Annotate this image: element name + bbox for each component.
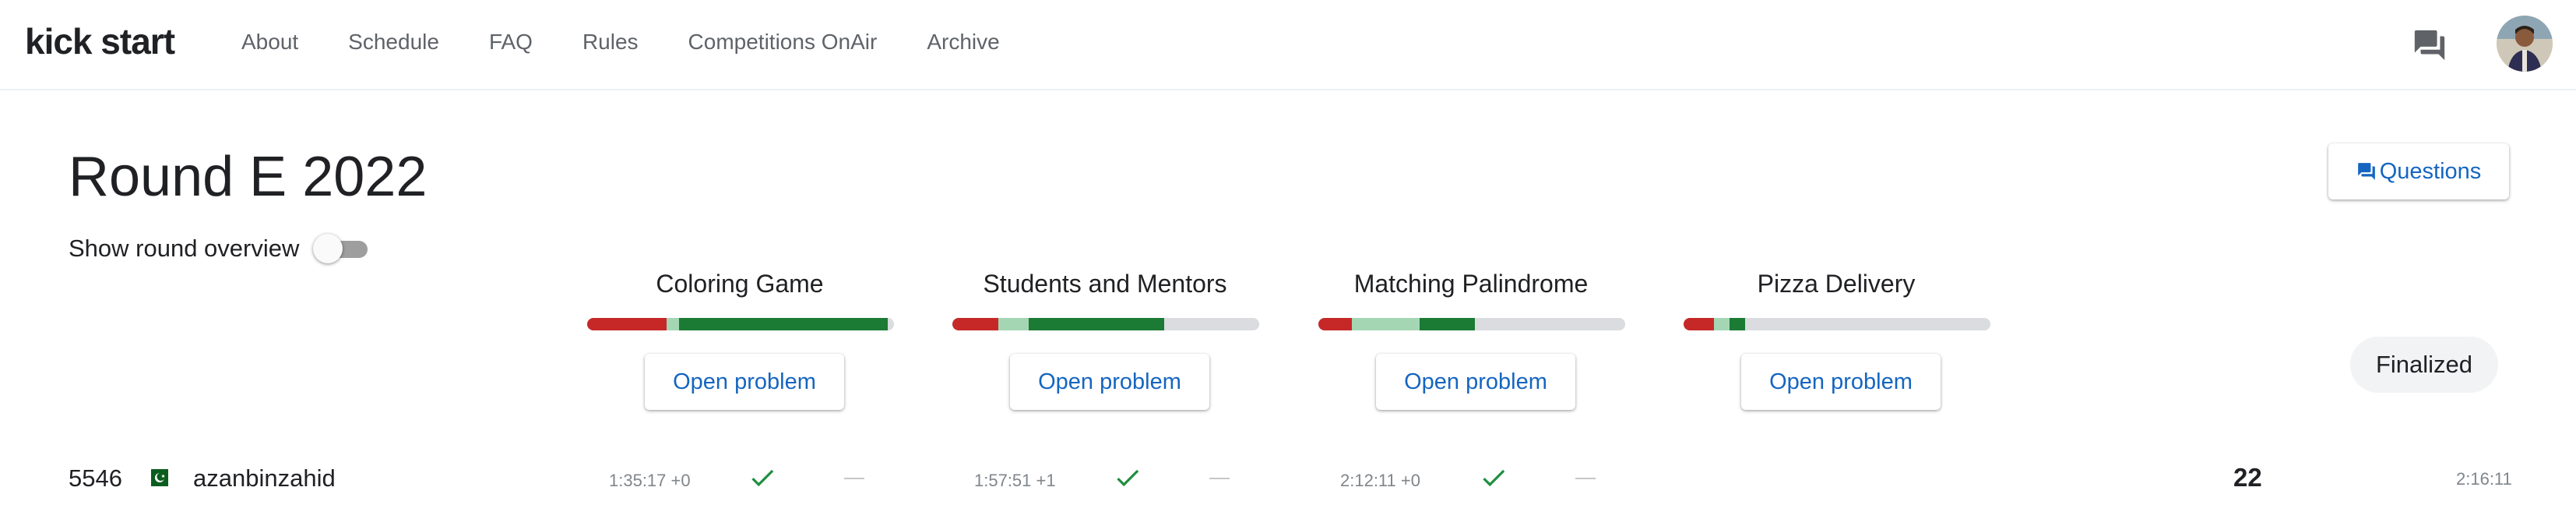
total-score: 22 bbox=[2233, 463, 2262, 492]
open-problem-button[interactable]: Open problem bbox=[645, 354, 844, 410]
problem-students-and-mentors: Students and Mentors Open problem bbox=[949, 270, 1261, 410]
stats-segment-solved bbox=[1029, 318, 1164, 330]
problem-stats-bar bbox=[587, 318, 894, 330]
attempt-dash bbox=[1209, 478, 1230, 479]
stats-segment-wrong bbox=[952, 318, 999, 330]
round-overview-control: Show round overview bbox=[69, 234, 369, 263]
problem-title: Students and Mentors bbox=[983, 270, 1227, 298]
problem-title: Matching Palindrome bbox=[1353, 270, 1589, 298]
penalty-time: 2:16:11 bbox=[2456, 469, 2512, 489]
round-overview-label: Show round overview bbox=[69, 235, 300, 262]
check-icon bbox=[1483, 469, 1505, 487]
user-avatar[interactable] bbox=[2497, 16, 2553, 72]
stats-segment-partial bbox=[1352, 318, 1420, 330]
problem-title: Pizza Delivery bbox=[1757, 270, 1916, 298]
round-overview-toggle[interactable] bbox=[313, 234, 369, 263]
nav-link-competitions-onair[interactable]: Competitions OnAir bbox=[688, 30, 878, 55]
nav-link-faq[interactable]: FAQ bbox=[489, 30, 533, 55]
stats-segment-solved bbox=[679, 318, 889, 330]
username[interactable]: azanbinzahid bbox=[193, 464, 336, 493]
questions-label: Questions bbox=[2379, 158, 2482, 184]
avatar-icon bbox=[2497, 16, 2553, 72]
stats-segment-unattempted bbox=[1744, 318, 1990, 330]
open-problem-button[interactable]: Open problem bbox=[1010, 354, 1209, 410]
open-problem-button[interactable]: Open problem bbox=[1376, 354, 1575, 410]
chat-button[interactable] bbox=[2408, 23, 2451, 67]
check-icon bbox=[751, 469, 774, 487]
attempt-time: 1:57:51 +1 bbox=[974, 471, 1056, 490]
main-nav: About Schedule FAQ Rules Competitions On… bbox=[241, 30, 1000, 55]
problem-title: Coloring Game bbox=[656, 270, 824, 298]
problem-stats-bar bbox=[1684, 318, 1990, 330]
round-status-badge: Finalized bbox=[2350, 337, 2498, 393]
attempt-dash bbox=[844, 478, 864, 479]
stats-segment-partial bbox=[1714, 318, 1730, 330]
stats-segment-wrong bbox=[587, 318, 667, 330]
scoreboard-row[interactable]: 5546 azanbinzahid 1:35:17 +0 1:57:51 +1 … bbox=[0, 454, 2576, 503]
stats-segment-wrong bbox=[1318, 318, 1353, 330]
nav-link-rules[interactable]: Rules bbox=[582, 30, 639, 55]
stats-segment-unattempted bbox=[1474, 318, 1625, 330]
problem-pizza-delivery: Pizza Delivery Open problem bbox=[1680, 270, 1992, 410]
problem-attempt-cell: 1:35:17 +0 bbox=[584, 454, 896, 503]
pakistan-flag-icon bbox=[145, 469, 168, 486]
stats-segment-unattempted bbox=[888, 318, 894, 330]
forum-icon bbox=[2414, 30, 2445, 61]
problem-matching-palindrome: Matching Palindrome Open problem bbox=[1315, 270, 1627, 410]
problem-stats-bar bbox=[952, 318, 1259, 330]
attempt-time: 1:35:17 +0 bbox=[609, 471, 691, 490]
stats-segment-partial bbox=[998, 318, 1029, 330]
stats-segment-solved bbox=[1730, 318, 1745, 330]
stats-segment-unattempted bbox=[1163, 318, 1259, 330]
kickstart-logo[interactable]: kick start bbox=[25, 20, 175, 62]
check-icon bbox=[1117, 469, 1139, 487]
questions-button[interactable]: Questions bbox=[2328, 143, 2509, 199]
problem-coloring-game: Coloring Game Open problem bbox=[584, 270, 896, 410]
toggle-thumb bbox=[313, 234, 343, 263]
open-problem-button[interactable]: Open problem bbox=[1741, 354, 1941, 410]
problem-attempt-cell: 2:12:11 +0 bbox=[1315, 454, 1627, 503]
attempt-time: 2:12:11 +0 bbox=[1340, 471, 1420, 490]
problem-stats-bar bbox=[1318, 318, 1625, 330]
nav-link-about[interactable]: About bbox=[241, 30, 298, 55]
nav-link-schedule[interactable]: Schedule bbox=[348, 30, 439, 55]
rank: 5546 bbox=[69, 464, 122, 492]
stats-segment-wrong bbox=[1684, 318, 1715, 330]
nav-link-archive[interactable]: Archive bbox=[927, 30, 999, 55]
round-title: Round E 2022 bbox=[69, 146, 428, 208]
stats-segment-solved bbox=[1420, 318, 1475, 330]
questions-icon bbox=[2357, 163, 2375, 180]
attempt-dash bbox=[1575, 478, 1596, 479]
problem-attempt-cell: 1:57:51 +1 bbox=[949, 454, 1261, 503]
top-app-bar: kick start About Schedule FAQ Rules Comp… bbox=[0, 0, 2576, 90]
stats-segment-partial bbox=[667, 318, 680, 330]
